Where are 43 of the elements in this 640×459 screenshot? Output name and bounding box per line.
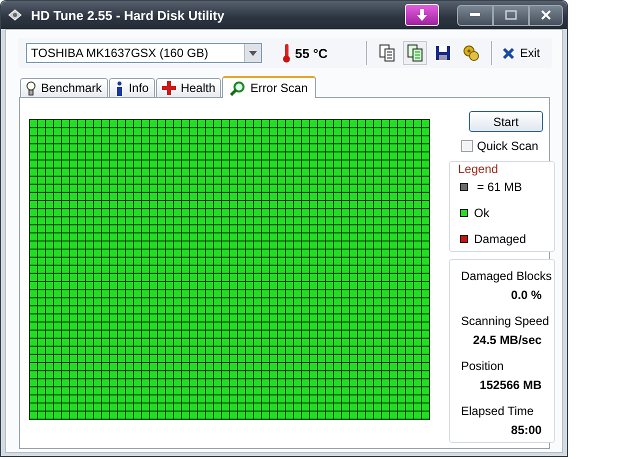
stat-value: 152566 MB (478, 378, 542, 392)
close-icon (502, 46, 515, 60)
stat-value: 24.5 MB/sec (472, 333, 542, 347)
thermometer-icon (282, 43, 291, 63)
tab[interactable]: Health (156, 78, 222, 97)
tab[interactable]: Benchmark (20, 78, 108, 97)
close-icon (541, 10, 551, 20)
app-icon (7, 7, 23, 23)
documents-icon (406, 44, 423, 62)
tab[interactable]: Error Scan (222, 76, 316, 98)
legend-title: Legend (456, 162, 500, 176)
download-button[interactable] (405, 4, 439, 26)
legend-label: Damaged (474, 232, 526, 246)
documents-icon (378, 44, 395, 62)
gears-icon (462, 44, 480, 62)
checkbox[interactable] (461, 140, 473, 152)
copy-all-button[interactable] (402, 41, 427, 65)
minimize-button[interactable] (457, 4, 493, 26)
maximize-icon (505, 10, 517, 20)
magnifier-icon (230, 80, 246, 96)
exit-button[interactable]: Exit (498, 44, 544, 62)
stat-label: Elapsed Time (461, 404, 534, 418)
minimize-icon (470, 13, 480, 17)
start-button[interactable]: Start (468, 111, 543, 132)
info-icon (114, 80, 124, 96)
caret-icon (249, 50, 257, 56)
stat-label: Position (461, 359, 504, 373)
cross-icon (162, 81, 176, 95)
stat-value: 0.0 % (510, 288, 542, 302)
maximize-button[interactable] (493, 4, 529, 26)
legend-label: Ok (474, 206, 490, 220)
drive-dropdown[interactable]: TOSHIBA MK1637GSX (160 GB) (26, 43, 262, 63)
window-title: HD Tune 2.55 - Hard Disk Utility (31, 8, 226, 22)
stat-label: Damaged Blocks (461, 269, 552, 283)
down-arrow-icon (415, 8, 429, 22)
checkbox-label: Quick Scan (477, 139, 538, 153)
stat-value: 85:00 (510, 423, 542, 437)
stat-label: Scanning Speed (461, 314, 550, 328)
temperature-reading: 55 °C (295, 46, 328, 60)
light-bulb-icon (26, 80, 36, 96)
close-button[interactable] (529, 4, 563, 26)
legend-label: = 61 MB (477, 180, 522, 194)
tab[interactable]: Info (108, 78, 155, 97)
